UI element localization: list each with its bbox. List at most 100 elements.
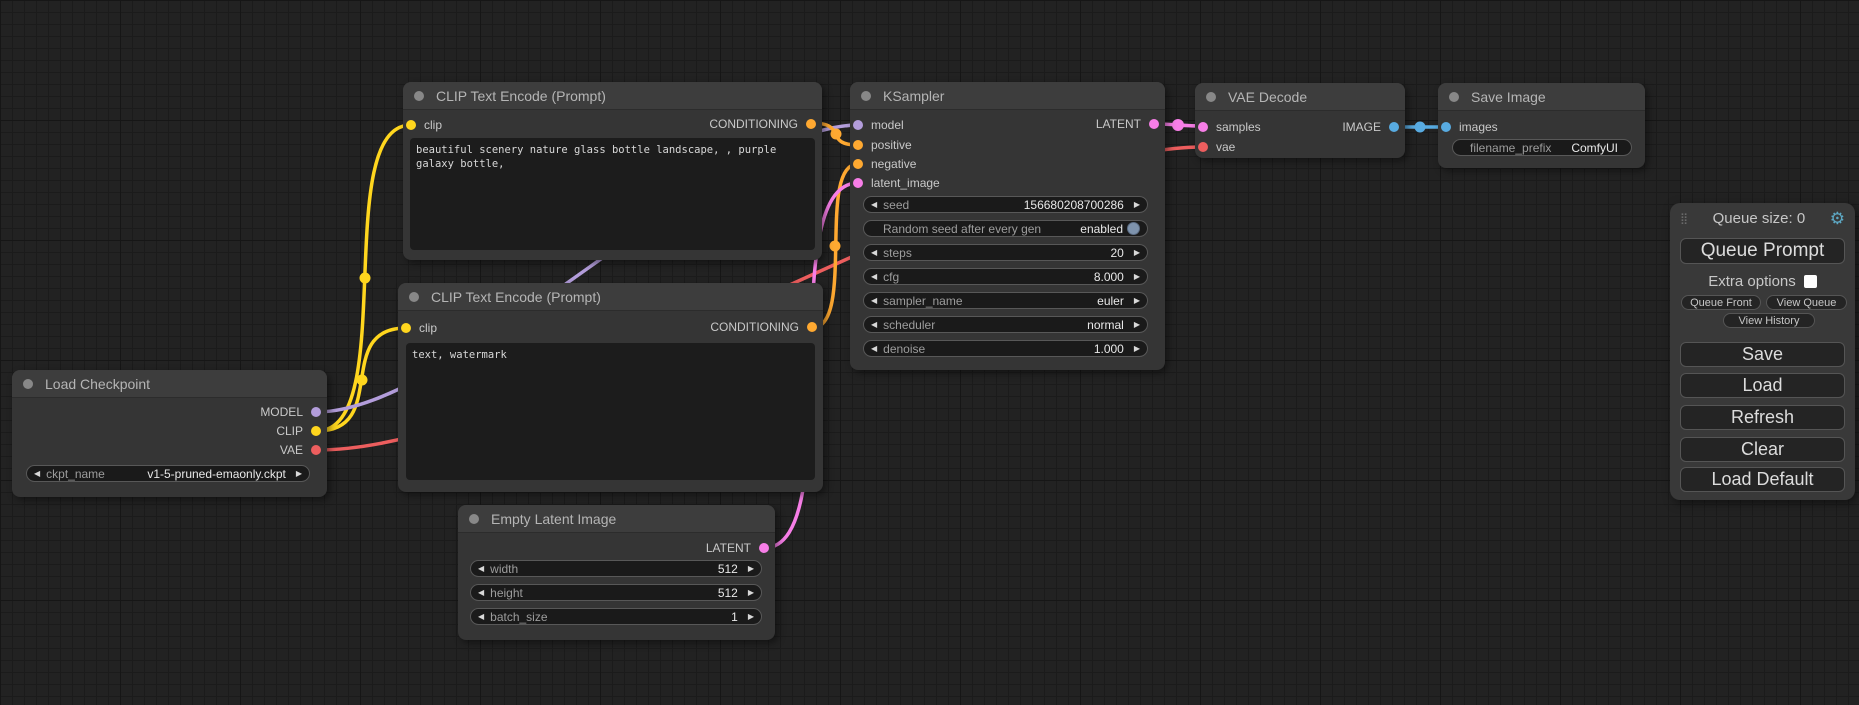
- node-empty-latent-image[interactable]: Empty Latent Image LATENT ◀ width 512 ▶ …: [458, 505, 775, 640]
- increment-arrow-icon[interactable]: ▶: [1134, 273, 1140, 281]
- positive-input-dot[interactable]: [853, 140, 863, 150]
- collapse-dot-icon[interactable]: [23, 379, 33, 389]
- node-title-bar[interactable]: CLIP Text Encode (Prompt): [398, 283, 823, 311]
- conditioning-output-dot[interactable]: [807, 322, 817, 332]
- seed-widget[interactable]: ◀ seed 156680208700286 ▶: [863, 196, 1148, 213]
- clip-input-dot[interactable]: [406, 120, 416, 130]
- denoise-widget[interactable]: ◀ denoise 1.000 ▶: [863, 340, 1148, 357]
- node-ksampler[interactable]: KSampler model positive negative latent_…: [850, 82, 1165, 370]
- cfg-widget[interactable]: ◀ cfg 8.000 ▶: [863, 268, 1148, 285]
- widget-value[interactable]: 512: [518, 562, 738, 576]
- node-title-bar[interactable]: KSampler: [850, 82, 1165, 110]
- refresh-button[interactable]: Refresh: [1680, 405, 1845, 430]
- extra-options-checkbox[interactable]: [1804, 275, 1817, 288]
- widget-value[interactable]: 156680208700286: [909, 198, 1124, 212]
- ckpt-name-widget[interactable]: ◀ ckpt_name v1-5-pruned-emaonly.ckpt ▶: [26, 465, 310, 482]
- load-default-button[interactable]: Load Default: [1680, 467, 1845, 492]
- increment-arrow-icon[interactable]: ▶: [1134, 201, 1140, 209]
- negative-input-dot[interactable]: [853, 159, 863, 169]
- increment-arrow-icon[interactable]: ▶: [748, 613, 754, 621]
- samples-input-dot[interactable]: [1198, 122, 1208, 132]
- widget-value[interactable]: normal: [935, 318, 1124, 332]
- widget-value[interactable]: v1-5-pruned-emaonly.ckpt: [105, 467, 286, 481]
- view-history-button[interactable]: View History: [1723, 313, 1815, 328]
- collapse-dot-icon[interactable]: [409, 292, 419, 302]
- conditioning-output-dot[interactable]: [806, 119, 816, 129]
- toggle-knob[interactable]: [1127, 222, 1140, 235]
- input-slot-vae[interactable]: vae: [1195, 138, 1235, 156]
- random-seed-toggle-widget[interactable]: Random seed after every gen enabled: [863, 220, 1148, 237]
- widget-value[interactable]: 1.000: [925, 342, 1124, 356]
- latent-output-dot[interactable]: [759, 543, 769, 553]
- increment-arrow-icon[interactable]: ▶: [1134, 297, 1140, 305]
- output-slot-conditioning[interactable]: CONDITIONING: [709, 115, 822, 133]
- filename-prefix-widget[interactable]: filename_prefix ComfyUI: [1452, 139, 1632, 156]
- latent-output-dot[interactable]: [1149, 119, 1159, 129]
- increment-arrow-icon[interactable]: ▶: [748, 565, 754, 573]
- image-output-dot[interactable]: [1389, 122, 1399, 132]
- input-slot-negative[interactable]: negative: [850, 155, 916, 173]
- decrement-arrow-icon[interactable]: ◀: [871, 273, 877, 281]
- collapse-dot-icon[interactable]: [414, 91, 424, 101]
- steps-widget[interactable]: ◀ steps 20 ▶: [863, 244, 1148, 261]
- load-button[interactable]: Load: [1680, 373, 1845, 398]
- clip-input-dot[interactable]: [401, 323, 411, 333]
- collapse-dot-icon[interactable]: [1449, 92, 1459, 102]
- widget-value[interactable]: 1: [548, 610, 738, 624]
- sampler-name-widget[interactable]: ◀ sampler_name euler ▶: [863, 292, 1148, 309]
- output-slot-model[interactable]: MODEL: [260, 403, 327, 421]
- decrement-arrow-icon[interactable]: ◀: [34, 470, 40, 478]
- queue-prompt-button[interactable]: Queue Prompt: [1680, 238, 1845, 264]
- output-slot-conditioning[interactable]: CONDITIONING: [710, 318, 823, 336]
- clip-output-dot[interactable]: [311, 426, 321, 436]
- view-queue-button[interactable]: View Queue: [1766, 295, 1847, 310]
- prompt-textarea[interactable]: text, watermark: [406, 343, 815, 480]
- increment-arrow-icon[interactable]: ▶: [1134, 321, 1140, 329]
- batch-size-widget[interactable]: ◀ batch_size 1 ▶: [470, 608, 762, 625]
- increment-arrow-icon[interactable]: ▶: [1134, 249, 1140, 257]
- decrement-arrow-icon[interactable]: ◀: [871, 201, 877, 209]
- decrement-arrow-icon[interactable]: ◀: [478, 565, 484, 573]
- decrement-arrow-icon[interactable]: ◀: [871, 345, 877, 353]
- widget-value[interactable]: ComfyUI: [1551, 141, 1618, 155]
- images-input-dot[interactable]: [1441, 122, 1451, 132]
- input-slot-images[interactable]: images: [1438, 118, 1498, 136]
- input-slot-positive[interactable]: positive: [850, 136, 912, 154]
- vae-input-dot[interactable]: [1198, 142, 1208, 152]
- gear-icon[interactable]: ⚙: [1830, 210, 1845, 227]
- model-input-dot[interactable]: [853, 120, 863, 130]
- scheduler-widget[interactable]: ◀ scheduler normal ▶: [863, 316, 1148, 333]
- node-save-image[interactable]: Save Image images filename_prefix ComfyU…: [1438, 83, 1645, 168]
- input-slot-samples[interactable]: samples: [1195, 118, 1261, 136]
- widget-value[interactable]: euler: [963, 294, 1124, 308]
- input-slot-latent-image[interactable]: latent_image: [850, 174, 940, 192]
- drag-handle-icon[interactable]: ⣿: [1680, 212, 1688, 225]
- decrement-arrow-icon[interactable]: ◀: [871, 297, 877, 305]
- node-title-bar[interactable]: Empty Latent Image: [458, 505, 775, 533]
- collapse-dot-icon[interactable]: [469, 514, 479, 524]
- output-slot-vae[interactable]: VAE: [280, 441, 327, 459]
- height-widget[interactable]: ◀ height 512 ▶: [470, 584, 762, 601]
- node-title-bar[interactable]: Load Checkpoint: [12, 370, 327, 398]
- node-load-checkpoint[interactable]: Load Checkpoint MODEL CLIP VAE ◀ ckpt_na…: [12, 370, 327, 497]
- node-title-bar[interactable]: Save Image: [1438, 83, 1645, 111]
- widget-value[interactable]: 8.000: [899, 270, 1124, 284]
- width-widget[interactable]: ◀ width 512 ▶: [470, 560, 762, 577]
- node-clip-text-encode-negative[interactable]: CLIP Text Encode (Prompt) clip CONDITION…: [398, 283, 823, 492]
- increment-arrow-icon[interactable]: ▶: [748, 589, 754, 597]
- decrement-arrow-icon[interactable]: ◀: [871, 249, 877, 257]
- clear-button[interactable]: Clear: [1680, 437, 1845, 462]
- prompt-textarea[interactable]: beautiful scenery nature glass bottle la…: [410, 138, 815, 250]
- node-title-bar[interactable]: VAE Decode: [1195, 83, 1405, 111]
- node-clip-text-encode-positive[interactable]: CLIP Text Encode (Prompt) clip CONDITION…: [403, 82, 822, 260]
- output-slot-clip[interactable]: CLIP: [276, 422, 327, 440]
- input-slot-clip[interactable]: clip: [403, 116, 442, 134]
- queue-front-button[interactable]: Queue Front: [1681, 295, 1761, 310]
- input-slot-model[interactable]: model: [850, 116, 904, 134]
- collapse-dot-icon[interactable]: [1206, 92, 1216, 102]
- increment-arrow-icon[interactable]: ▶: [296, 470, 302, 478]
- output-slot-latent[interactable]: LATENT: [706, 539, 775, 557]
- collapse-dot-icon[interactable]: [861, 91, 871, 101]
- decrement-arrow-icon[interactable]: ◀: [478, 589, 484, 597]
- widget-value[interactable]: 20: [912, 246, 1124, 260]
